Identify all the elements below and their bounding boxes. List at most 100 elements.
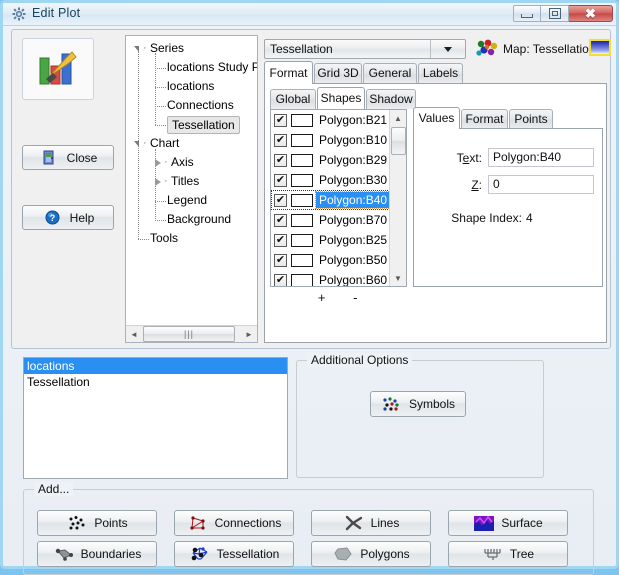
tree-item-locations-study-p[interactable]: locations Study P	[126, 58, 257, 77]
minimize-button[interactable]	[513, 5, 541, 22]
add-boundaries-button[interactable]: Boundaries	[37, 541, 157, 567]
close-button[interactable]: Close	[22, 145, 114, 170]
tree-item-label: Tessellation	[167, 116, 240, 134]
tab-values[interactable]: Values	[413, 107, 460, 129]
add-lines-button[interactable]: Lines	[311, 510, 431, 536]
map-color-swatch[interactable]	[589, 39, 611, 56]
symbols-button[interactable]: Symbols	[370, 391, 466, 417]
chevron-down-icon[interactable]	[430, 40, 465, 58]
shape-color-swatch[interactable]	[291, 213, 313, 227]
scroll-left-arrow-icon[interactable]: ◄	[126, 326, 142, 342]
tree-dot: ·	[143, 42, 147, 54]
tab-grid-3d[interactable]: Grid 3D	[314, 63, 362, 84]
format-tab-content: Global Shapes Shadow ✔ Polygon:B21 ✔ Pol…	[264, 83, 607, 343]
shape-color-swatch[interactable]	[291, 113, 313, 127]
shape-checkbox[interactable]: ✔	[274, 153, 287, 167]
shape-row[interactable]: ✔ Polygon:B29	[271, 150, 406, 170]
series-listbox[interactable]: locations Tessellation	[23, 357, 288, 479]
expander-closed-icon[interactable]	[155, 178, 161, 186]
shape-checkbox[interactable]: ✔	[274, 173, 287, 187]
tree-item-tessellation[interactable]: Tessellation	[126, 115, 257, 134]
tree-item-locations[interactable]: locations	[126, 77, 257, 96]
tree-connector	[155, 106, 166, 107]
series-selector-combo[interactable]: Tessellation	[264, 39, 466, 59]
shape-row[interactable]: ✔ Polygon:B10	[271, 130, 406, 150]
shape-color-swatch[interactable]	[291, 133, 313, 147]
shape-color-swatch[interactable]	[291, 153, 313, 167]
subtab-global[interactable]: Global	[270, 89, 316, 109]
tab-format[interactable]: Format	[264, 61, 313, 84]
shape-row-selected[interactable]: ✔ Polygon:B40	[271, 190, 406, 210]
add-connections-button[interactable]: Connections	[174, 510, 294, 536]
close-window-button[interactable]: ✖	[569, 5, 613, 22]
tree-item-axis[interactable]: · Axis	[126, 153, 257, 172]
shape-color-swatch[interactable]	[291, 273, 313, 286]
z-field[interactable]: 0	[488, 175, 594, 194]
shape-checkbox[interactable]: ✔	[274, 193, 287, 207]
shape-checkbox[interactable]: ✔	[274, 213, 287, 227]
shape-row[interactable]: ✔ Polygon:B21	[271, 110, 406, 130]
shape-row[interactable]: ✔ Polygon:B70	[271, 210, 406, 230]
expander-closed-icon[interactable]	[155, 159, 161, 167]
tree-dot: ·	[143, 137, 147, 149]
remove-shape-button[interactable]: -	[340, 290, 370, 305]
add-lines-label: Lines	[370, 516, 400, 530]
add-group: Add... Points Connections Lines Surface …	[23, 482, 594, 575]
add-points-button[interactable]: Points	[37, 510, 157, 536]
tab-general[interactable]: General	[363, 63, 417, 84]
chart-paintbrush-icon	[36, 48, 80, 91]
subtab-shadow[interactable]: Shadow	[366, 89, 416, 109]
shapes-list[interactable]: ✔ Polygon:B21 ✔ Polygon:B10 ✔ Polygon:B2…	[270, 109, 407, 287]
tree-item-series[interactable]: · Series	[126, 39, 257, 58]
add-tree-button[interactable]: Tree	[448, 541, 568, 567]
shape-color-swatch[interactable]	[291, 233, 313, 247]
tree-item-titles[interactable]: · Titles	[126, 172, 257, 191]
maximize-button[interactable]	[541, 5, 569, 22]
tree-item-background[interactable]: Background	[126, 210, 257, 229]
list-item[interactable]: Tessellation	[24, 374, 287, 390]
shape-row[interactable]: ✔ Polygon:B60	[271, 270, 406, 286]
shape-row[interactable]: ✔ Polygon:B30	[271, 170, 406, 190]
tree-item-tools[interactable]: Tools	[126, 229, 257, 248]
add-surface-button[interactable]: Surface	[448, 510, 568, 536]
help-button[interactable]: ? Help	[22, 205, 114, 230]
shape-row[interactable]: ✔ Polygon:B25	[271, 230, 406, 250]
shape-checkbox[interactable]: ✔	[274, 273, 287, 286]
shape-checkbox[interactable]: ✔	[274, 113, 287, 127]
tree-item-connections[interactable]: Connections	[126, 96, 257, 115]
shape-color-swatch[interactable]	[291, 173, 313, 187]
subtab-shapes[interactable]: Shapes	[317, 87, 365, 109]
add-polygons-button[interactable]: Polygons	[311, 541, 431, 567]
expander-open-icon[interactable]	[134, 141, 139, 147]
shape-color-swatch[interactable]	[291, 193, 313, 207]
shape-label: Polygon:B29	[319, 153, 388, 167]
shapes-vertical-scrollbar[interactable]: ▲ ▼	[389, 110, 406, 286]
scroll-thumb[interactable]: |||	[143, 326, 235, 342]
expander-open-icon[interactable]	[134, 46, 139, 52]
scroll-right-arrow-icon[interactable]: ►	[241, 326, 257, 342]
question-mark-icon: ?	[42, 210, 64, 226]
list-item[interactable]: locations	[24, 358, 287, 374]
tree-item-chart[interactable]: · Chart	[126, 134, 257, 153]
symbols-button-label: Symbols	[408, 397, 455, 411]
tab-labels[interactable]: Labels	[418, 63, 463, 84]
z-field-label: Z:	[471, 178, 482, 192]
shape-checkbox[interactable]: ✔	[274, 133, 287, 147]
shape-checkbox[interactable]: ✔	[274, 253, 287, 267]
text-field[interactable]: Polygon:B40	[488, 148, 594, 167]
shape-row[interactable]: ✔ Polygon:B50	[271, 250, 406, 270]
shape-color-swatch[interactable]	[291, 253, 313, 267]
tree-horizontal-scrollbar[interactable]: ◄ ||| ►	[126, 325, 257, 342]
shape-checkbox[interactable]: ✔	[274, 233, 287, 247]
scroll-down-arrow-icon[interactable]: ▼	[390, 270, 406, 286]
tab-points[interactable]: Points	[509, 109, 553, 129]
scroll-thumb[interactable]	[391, 127, 406, 155]
shape-add-remove-controls: + -	[270, 290, 407, 305]
tree-item-legend[interactable]: Legend	[126, 191, 257, 210]
scroll-up-arrow-icon[interactable]: ▲	[390, 110, 406, 126]
navigation-tree[interactable]: · Series locations Study P locations Con…	[125, 35, 258, 343]
tree-connector	[155, 220, 166, 221]
tab-shape-format[interactable]: Format	[461, 109, 508, 129]
add-shape-button[interactable]: +	[307, 290, 337, 305]
add-tessellation-button[interactable]: Tessellation	[174, 541, 294, 567]
